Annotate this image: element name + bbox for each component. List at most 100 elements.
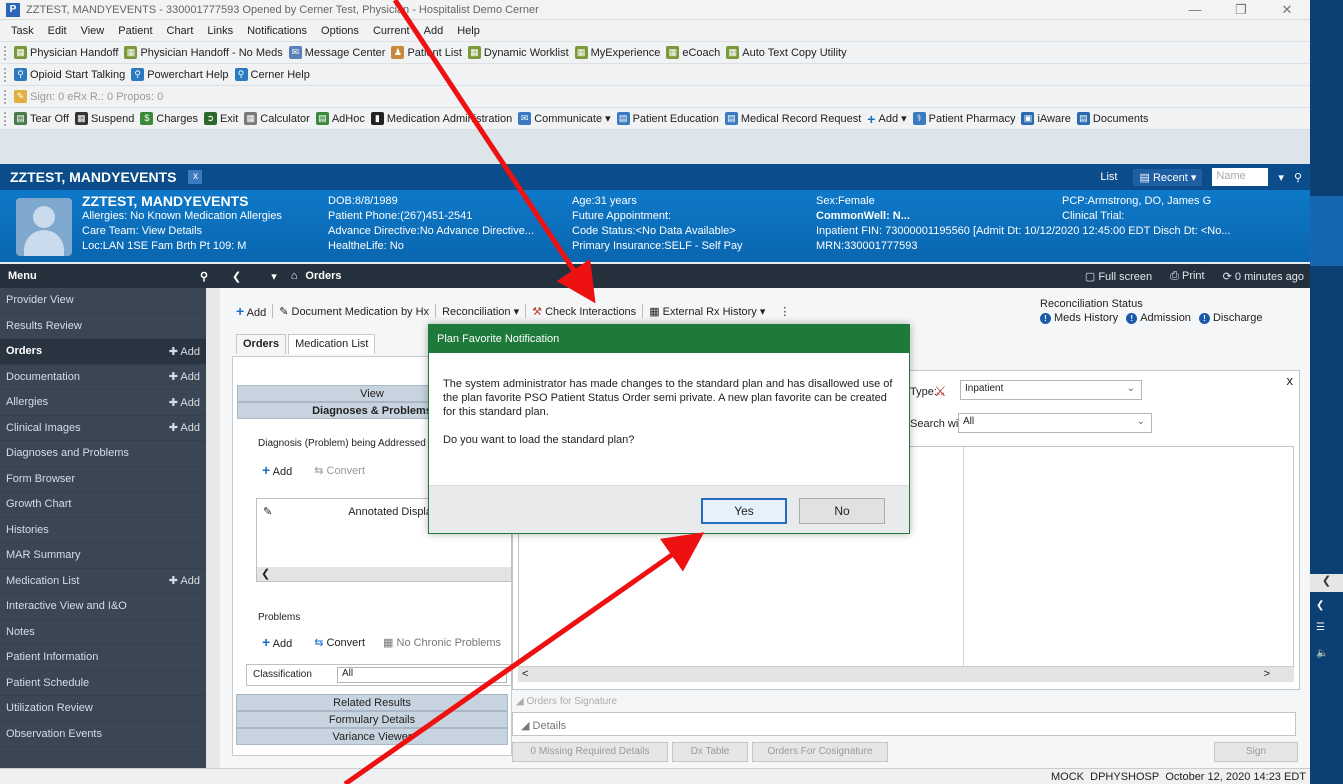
toolbar-grip[interactable] <box>4 89 8 104</box>
sidebar-add-button[interactable]: ✚ Add <box>169 370 206 383</box>
toolbar-grip[interactable] <box>4 67 8 82</box>
patient-tab-name[interactable]: ZZTEST, MANDYEVENTS <box>10 169 176 185</box>
variance-viewer-header[interactable]: Variance Viewer <box>236 728 508 745</box>
medication-administration-button[interactable]: ▮ Medication Administration <box>370 112 512 125</box>
speaker-icon[interactable]: 🔈 <box>1316 648 1328 659</box>
sidebar-item-utilization-review[interactable]: Utilization Review <box>0 696 206 722</box>
close-icon[interactable]: x <box>1287 373 1294 388</box>
myexperience-button[interactable]: ▦ MyExperience <box>574 46 660 59</box>
dx-table-button[interactable]: Dx Table <box>672 742 748 762</box>
auto-text-copy-button[interactable]: ▦ Auto Text Copy Utility <box>726 46 847 59</box>
toolbar-grip[interactable] <box>4 45 8 60</box>
menu-options[interactable]: Options <box>321 25 359 37</box>
sidebar-item-histories[interactable]: Histories <box>0 518 206 543</box>
diagnosis-convert-button[interactable]: ⇆ Convert <box>314 464 365 477</box>
cerner-help-button[interactable]: ⚲ Cerner Help <box>234 68 310 81</box>
calculator-button[interactable]: ▦ Calculator <box>244 112 310 125</box>
orders-add-button[interactable]: + Add <box>236 303 266 319</box>
adhoc-button[interactable]: ▤ AdHoc <box>315 112 365 125</box>
list-button[interactable]: List <box>1094 169 1123 185</box>
tab-medication-list[interactable]: Medication List <box>288 334 376 354</box>
menu-view[interactable]: View <box>81 25 105 37</box>
restore-icon[interactable]: ❐ <box>1218 2 1264 18</box>
documents-button[interactable]: ▤ Documents <box>1076 112 1149 125</box>
scroll-right-icon[interactable]: > <box>1264 668 1270 680</box>
sidebar-add-button[interactable]: ✚ Add <box>169 396 206 409</box>
related-results-header[interactable]: Related Results <box>236 694 508 711</box>
menu-add[interactable]: Add <box>424 25 444 37</box>
discharge-status[interactable]: ! Discharge <box>1198 312 1262 324</box>
scroll-left-icon[interactable]: ❮ <box>257 568 270 580</box>
orders-for-cosignature-button[interactable]: Orders For Cosignature <box>752 742 888 762</box>
toolbar-grip[interactable] <box>4 111 8 126</box>
sidebar-item-documentation[interactable]: Documentation ✚ Add <box>0 365 206 390</box>
exit-button[interactable]: ➲ Exit <box>203 112 238 125</box>
sign-counts[interactable]: ✎ Sign: 0 eRx R.: 0 Propos: 0 <box>14 90 163 103</box>
problems-convert-button[interactable]: ⇆ Convert <box>314 636 365 649</box>
diagnosis-add-button[interactable]: + Add <box>262 462 292 478</box>
patient-pharmacy-button[interactable]: ⚕ Patient Pharmacy <box>912 112 1015 125</box>
charges-button[interactable]: $ Charges <box>140 112 198 125</box>
sidebar-item-interactive-view[interactable]: Interactive View and I&O <box>0 594 206 620</box>
menu-icon[interactable]: ☰ <box>1316 622 1325 633</box>
iaware-button[interactable]: ▣ iAware <box>1021 112 1071 125</box>
sidebar-item-mar-summary[interactable]: MAR Summary <box>0 543 206 569</box>
type-select[interactable]: Inpatient ⌄ <box>960 380 1142 400</box>
sidebar-item-clinical-images[interactable]: Clinical Images ✚ Add <box>0 416 206 441</box>
results-hscroll[interactable]: < > <box>518 666 1294 682</box>
close-icon[interactable]: ✕ <box>1264 2 1310 18</box>
menu-help[interactable]: Help <box>457 25 480 37</box>
powerchart-help-button[interactable]: ⚲ Powerchart Help <box>131 68 229 81</box>
sidebar-item-patient-information[interactable]: Patient Information <box>0 645 206 671</box>
menu-notifications[interactable]: Notifications <box>247 25 307 37</box>
chevron-down-icon[interactable]: ▾ <box>271 270 277 283</box>
home-icon[interactable]: ⌂ <box>291 270 298 282</box>
sidebar-item-diagnoses-problems[interactable]: Diagnoses and Problems <box>0 441 206 467</box>
dynamic-worklist-button[interactable]: ▦ Dynamic Worklist <box>467 46 569 59</box>
scroll-left-icon[interactable]: < <box>522 668 528 680</box>
refresh-button[interactable]: ⟳ 0 minutes ago <box>1223 270 1304 283</box>
menu-chart[interactable]: Chart <box>167 25 194 37</box>
chevron-down-icon[interactable]: ▾ <box>1278 171 1284 184</box>
sidebar-item-medication-list[interactable]: Medication List ✚ Add <box>0 569 206 594</box>
medical-record-request-button[interactable]: ▤ Medical Record Request <box>724 112 861 125</box>
sidebar-item-provider-view[interactable]: Provider View <box>0 288 206 314</box>
meds-history-status[interactable]: ! Meds History <box>1040 312 1118 324</box>
reconciliation-button[interactable]: Reconciliation ▾ <box>442 305 519 318</box>
recent-button[interactable]: ▤ Recent ▾ <box>1133 168 1203 186</box>
print-button[interactable]: ⎙ Print <box>1170 270 1205 283</box>
add-button[interactable]: + Add ▾ <box>867 111 906 127</box>
diagnosis-hscroll[interactable]: ❮ <box>257 567 511 581</box>
suspend-button[interactable]: ▦ Suspend <box>74 112 134 125</box>
menu-patient[interactable]: Patient <box>118 25 152 37</box>
search-within-select[interactable]: All ⌄ <box>958 413 1152 433</box>
minimize-icon[interactable]: — <box>1172 2 1218 18</box>
search-icon[interactable]: ⚲ <box>1294 171 1302 184</box>
physician-handoff-no-meds-button[interactable]: ▦ Physician Handoff - No Meds <box>124 46 283 59</box>
problems-add-button[interactable]: + Add <box>262 634 292 650</box>
sidebar-item-growth-chart[interactable]: Growth Chart <box>0 492 206 518</box>
patient-search-input[interactable]: Name <box>1212 168 1269 186</box>
allergies[interactable]: Allergies: No Known Medication Allergies <box>82 209 282 224</box>
message-center-button[interactable]: ✉ Message Center <box>288 46 385 59</box>
patient-list-button[interactable]: ♟ Patient List <box>391 46 462 59</box>
sidebar-item-patient-schedule[interactable]: Patient Schedule <box>0 671 206 696</box>
sidebar-add-button[interactable]: ✚ Add <box>169 421 206 434</box>
no-button[interactable]: No <box>799 498 885 524</box>
document-medication-button[interactable]: ✎ Document Medication by Hx <box>279 305 429 318</box>
opioid-start-talking-button[interactable]: ⚲ Opioid Start Talking <box>14 68 125 81</box>
sidebar-add-button[interactable]: ✚ Add <box>169 345 206 358</box>
menu-edit[interactable]: Edit <box>48 25 67 37</box>
patient-education-button[interactable]: ▤ Patient Education <box>616 112 719 125</box>
menu-links[interactable]: Links <box>207 25 233 37</box>
admission-status[interactable]: ! Admission <box>1126 312 1191 324</box>
close-icon[interactable]: x <box>188 170 203 184</box>
orders-for-signature-section[interactable]: ◢ Orders for Signature <box>516 696 617 707</box>
sidebar-item-allergies[interactable]: Allergies ✚ Add <box>0 390 206 416</box>
pin-icon[interactable]: ⚲ <box>200 270 220 283</box>
chevron-left-icon[interactable]: ❮ <box>1310 574 1343 592</box>
ecoach-button[interactable]: ▦ eCoach <box>666 46 720 59</box>
tear-off-button[interactable]: ▤ Tear Off <box>14 112 69 125</box>
chevron-left-icon[interactable]: ❮ <box>1316 600 1324 611</box>
no-chronic-problems-button[interactable]: ▦ No Chronic Problems <box>383 636 501 649</box>
